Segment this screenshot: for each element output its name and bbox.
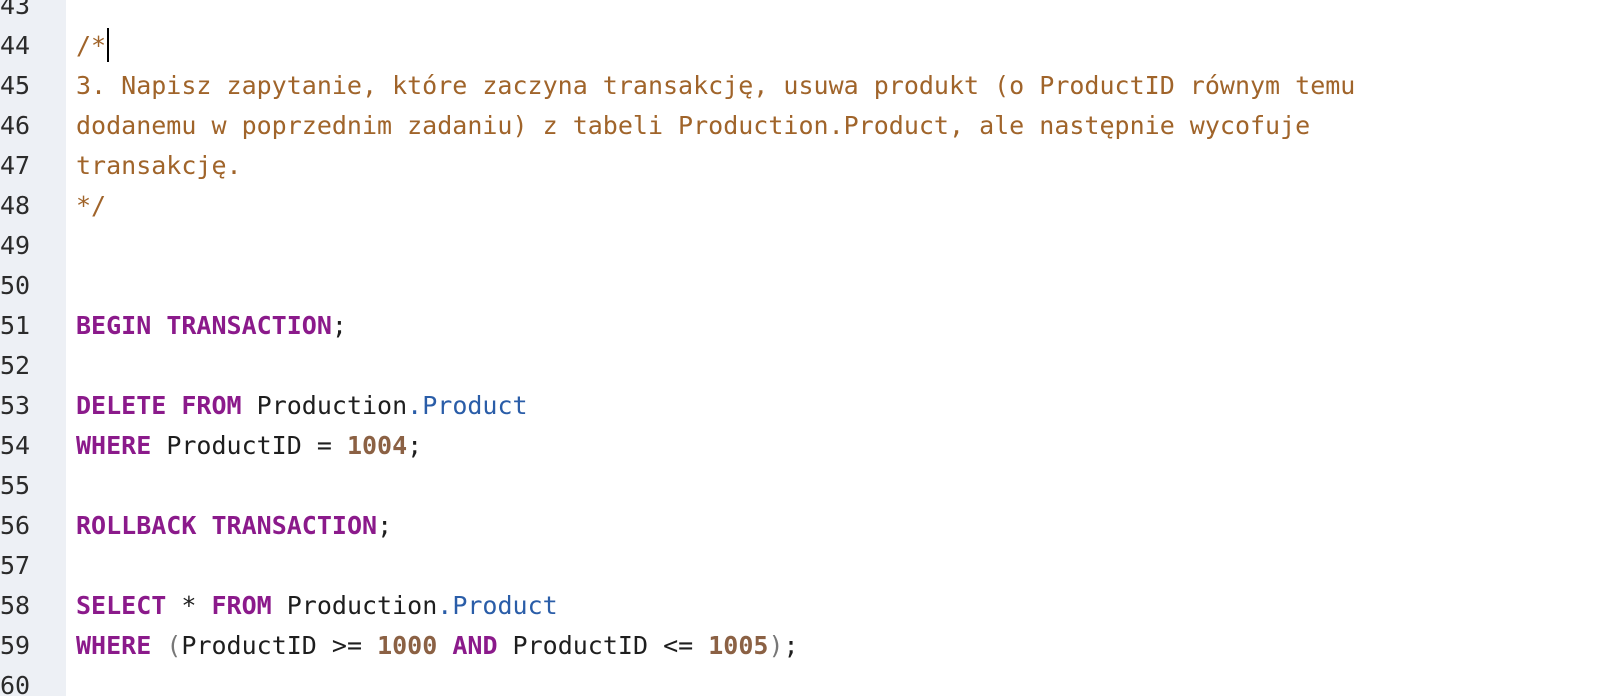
line-number: 48 <box>0 191 31 220</box>
semicolon: ; <box>331 311 347 340</box>
keyword-rollback: ROLLBACK <box>76 511 197 540</box>
code-line-51[interactable]: 51 BEGIN TRANSACTION; <box>0 306 1600 346</box>
table-identifier: .Product <box>437 591 558 620</box>
line-text[interactable]: */ <box>76 186 106 226</box>
keyword-transaction: TRANSACTION <box>166 311 332 340</box>
line-text[interactable]: ROLLBACK TRANSACTION; <box>76 506 392 546</box>
code-line-49[interactable]: 49 <box>0 226 1600 266</box>
number-literal: 1005 <box>708 631 769 660</box>
code-line-55[interactable]: 55 <box>0 466 1600 506</box>
line-text[interactable]: SELECT * FROM Production.Product <box>76 586 558 626</box>
code-line-56[interactable]: 56 ROLLBACK TRANSACTION; <box>0 506 1600 546</box>
keyword-where: WHERE <box>76 631 152 660</box>
line-text[interactable]: transakcję. <box>76 146 242 186</box>
code-line-48[interactable]: 48 */ <box>0 186 1600 226</box>
comment-text: transakcję. <box>76 151 242 180</box>
code-line-47[interactable]: 47 transakcję. <box>0 146 1600 186</box>
keyword-delete: DELETE <box>76 391 167 420</box>
line-text[interactable]: BEGIN TRANSACTION; <box>76 306 347 346</box>
code-line-44[interactable]: 44 /* <box>0 26 1600 66</box>
table-identifier: .Product <box>407 391 528 420</box>
semicolon: ; <box>377 511 393 540</box>
code-area[interactable]: 43 44 /* 45 3. Napisz zapytanie, które zaczy… <box>0 0 1600 696</box>
line-number: 51 <box>0 311 31 340</box>
code-line-60[interactable]: 60 <box>0 666 1600 696</box>
schema-identifier: Production <box>271 591 438 620</box>
comment-close: */ <box>76 191 107 220</box>
text-cursor <box>107 28 110 62</box>
code-line-58[interactable]: 58 SELECT * FROM Production.Product <box>0 586 1600 626</box>
code-line-45[interactable]: 45 3. Napisz zapytanie, które zaczyna tra… <box>0 66 1600 106</box>
code-line-54[interactable]: 54 WHERE ProductID = 1004; <box>0 426 1600 466</box>
line-number: 53 <box>0 391 31 420</box>
condition-text: ProductID >= <box>181 631 378 660</box>
semicolon: ; <box>407 431 423 460</box>
keyword-where: WHERE <box>76 431 152 460</box>
code-line-52[interactable]: 52 <box>0 346 1600 386</box>
code-line-57[interactable]: 57 <box>0 546 1600 586</box>
number-literal: 1004 <box>346 431 408 460</box>
comment-text: 3. Napisz zapytanie, które zaczyna trans… <box>76 71 1356 100</box>
line-number: 52 <box>0 351 31 380</box>
line-number: 43 <box>0 0 31 20</box>
keyword-select: SELECT <box>76 591 167 620</box>
code-line-43[interactable]: 43 <box>0 0 1600 26</box>
keyword-transaction: TRANSACTION <box>211 511 378 540</box>
star-operator: * <box>166 591 212 620</box>
line-number: 46 <box>0 111 31 140</box>
line-number: 54 <box>0 431 31 460</box>
line-number: 58 <box>0 591 31 620</box>
code-editor[interactable]: 43 44 /* 45 3. Napisz zapytanie, które zaczy… <box>0 0 1600 696</box>
line-number: 50 <box>0 271 31 300</box>
code-line-59[interactable]: 59 WHERE (ProductID >= 1000 AND ProductID… <box>0 626 1600 666</box>
line-text[interactable]: /* <box>76 26 110 66</box>
paren-open: ( <box>166 631 182 660</box>
line-number: 47 <box>0 151 31 180</box>
line-number: 45 <box>0 71 31 100</box>
line-number: 44 <box>0 31 31 60</box>
code-line-50[interactable]: 50 <box>0 266 1600 306</box>
line-number: 49 <box>0 231 31 260</box>
line-number: 55 <box>0 471 31 500</box>
code-line-53[interactable]: 53 DELETE FROM Production.Product <box>0 386 1600 426</box>
code-line-46[interactable]: 46 dodanemu w poprzednim zadaniu) z tabel… <box>0 106 1600 146</box>
line-number: 57 <box>0 551 31 580</box>
number-literal: 1000 <box>377 631 438 660</box>
keyword-begin: BEGIN <box>76 311 152 340</box>
line-text[interactable]: WHERE ProductID = 1004; <box>76 426 422 466</box>
keyword-from: FROM <box>181 391 242 420</box>
condition-text: ProductID = <box>151 431 347 460</box>
line-number: 60 <box>0 671 31 696</box>
line-text[interactable]: WHERE (ProductID >= 1000 AND ProductID <… <box>76 626 799 666</box>
condition-text: ProductID <= <box>497 631 709 660</box>
schema-identifier: Production <box>241 391 408 420</box>
line-text[interactable]: 3. Napisz zapytanie, które zaczyna trans… <box>76 66 1355 106</box>
keyword-and: AND <box>452 631 498 660</box>
line-number: 56 <box>0 511 31 540</box>
comment-text: dodanemu w poprzednim zadaniu) z tabeli … <box>76 111 1311 140</box>
line-text[interactable]: DELETE FROM Production.Product <box>76 386 528 426</box>
line-text[interactable]: dodanemu w poprzednim zadaniu) z tabeli … <box>76 106 1310 146</box>
semicolon: ; <box>783 631 799 660</box>
line-number: 59 <box>0 631 31 660</box>
paren-close: ) <box>768 631 784 660</box>
comment-open: /* <box>76 31 107 60</box>
keyword-from: FROM <box>211 591 272 620</box>
